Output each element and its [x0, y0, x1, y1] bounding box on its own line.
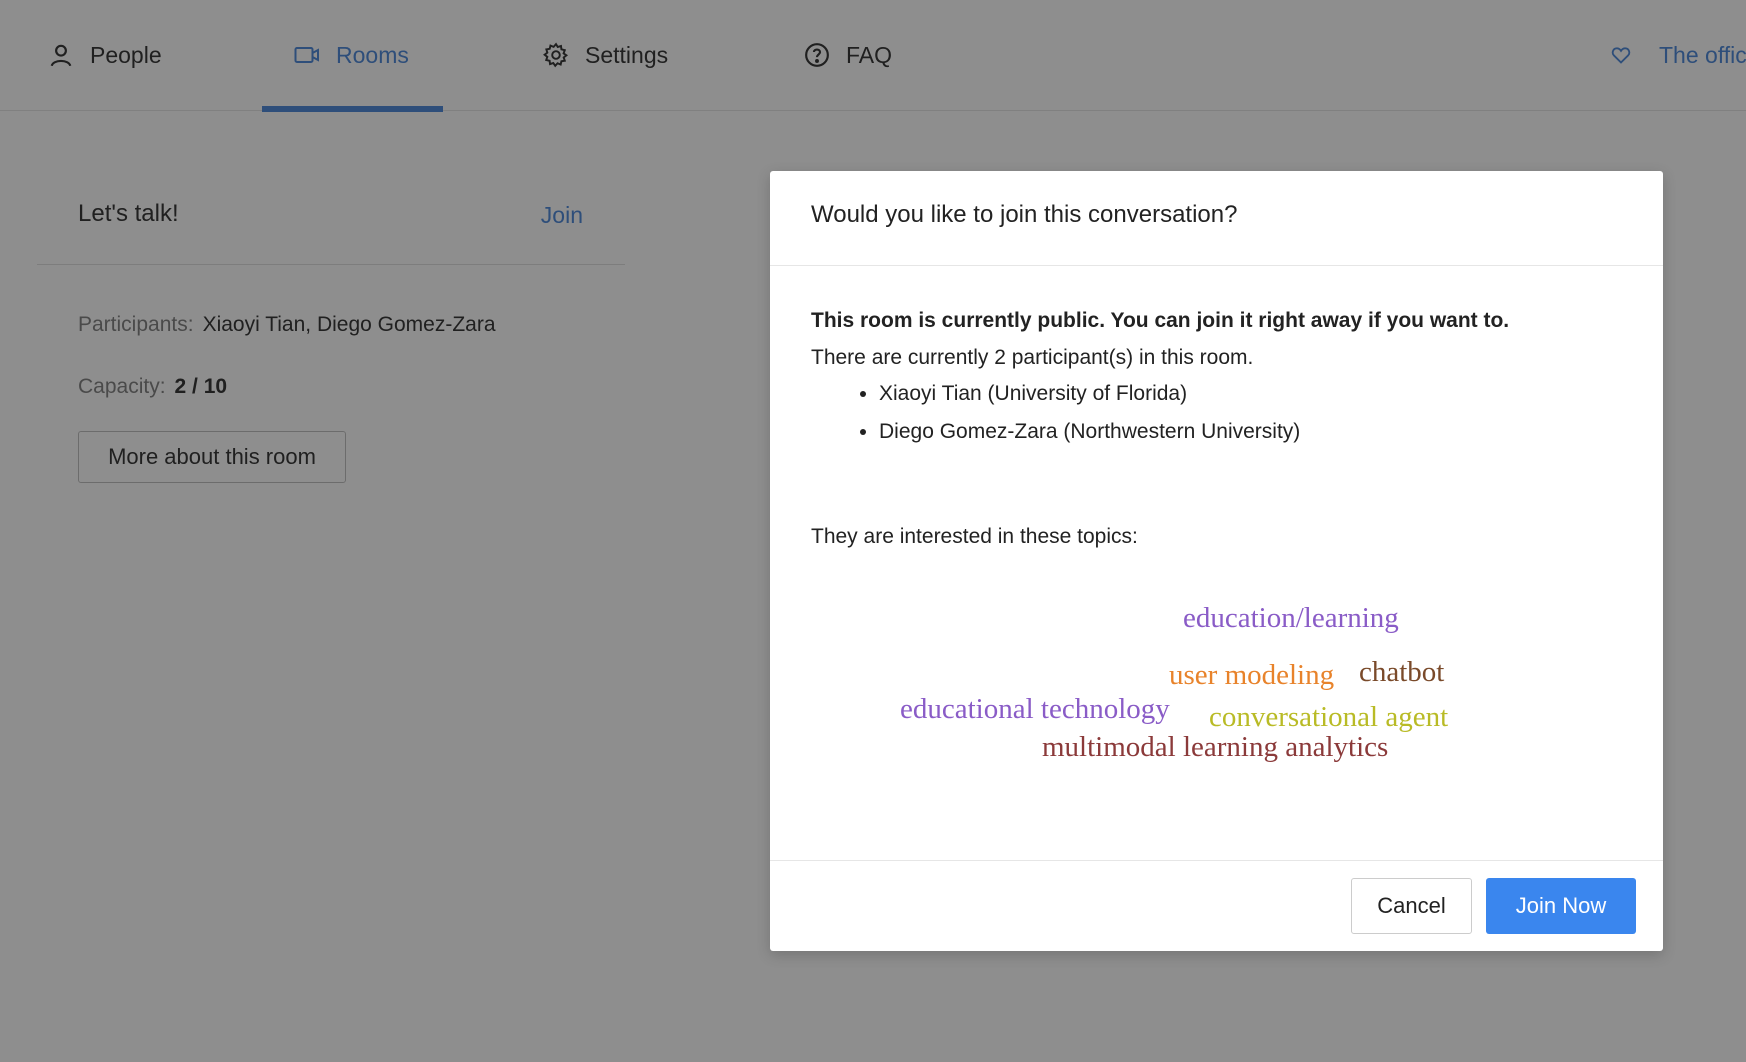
topic-word: multimodal learning analytics — [1042, 731, 1389, 763]
cancel-button[interactable]: Cancel — [1351, 878, 1472, 934]
join-now-button[interactable]: Join Now — [1486, 878, 1636, 934]
dialog-footer: Cancel Join Now — [770, 860, 1663, 952]
topic-word: education/learning — [1183, 602, 1399, 634]
topics-word-cloud: education/learning user modeling chatbot… — [770, 171, 1663, 871]
topic-word: user modeling — [1169, 659, 1335, 691]
join-conversation-dialog: Would you like to join this conversation… — [770, 171, 1663, 951]
topic-word: educational technology — [900, 693, 1170, 725]
topic-word: conversational agent — [1209, 701, 1449, 733]
topic-word: chatbot — [1359, 656, 1445, 688]
